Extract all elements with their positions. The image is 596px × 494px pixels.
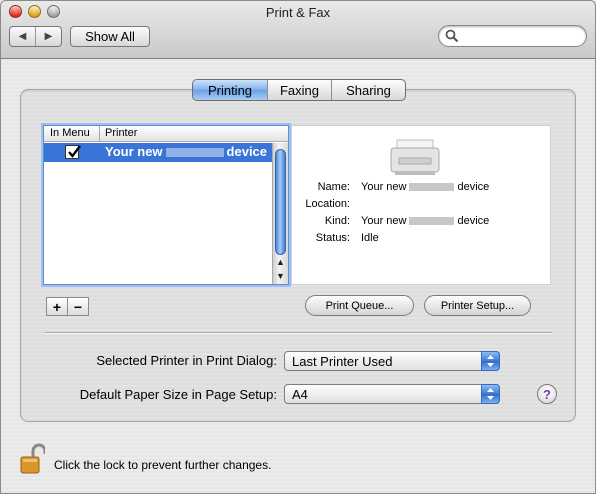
column-header-in-menu[interactable]: In Menu (50, 127, 90, 139)
column-header-printer[interactable]: Printer (105, 127, 137, 139)
window-title: Print & Fax (265, 5, 331, 20)
help-button[interactable]: ? (537, 384, 557, 404)
selected-printer-label: Selected Printer in Print Dialog: (96, 353, 277, 368)
printer-list[interactable]: In Menu Printer Your new device ▲ ▼ (43, 125, 289, 285)
list-header: In Menu Printer (44, 126, 288, 142)
kind-label: Kind: (324, 215, 350, 227)
print-fax-window: Print & Fax ◀ ▶ Show All Printing Faxing… (0, 0, 596, 494)
tab-faxing[interactable]: Faxing (267, 80, 331, 100)
add-printer-button[interactable]: + (46, 297, 68, 316)
status-value: Idle (361, 232, 379, 244)
search-icon (445, 29, 459, 43)
printer-row[interactable]: Your new device (44, 143, 273, 162)
printer-name: Your new device (105, 144, 268, 159)
kind-value: Your new device (361, 215, 490, 227)
popup-arrows-icon (481, 351, 500, 371)
checkmark-icon (68, 145, 81, 158)
printer-details: Name: Your new device Location: Kind: You… (291, 125, 551, 285)
remove-printer-button[interactable]: − (67, 297, 89, 316)
paper-size-label: Default Paper Size in Page Setup: (79, 387, 277, 402)
vertical-scrollbar[interactable]: ▲ ▼ (272, 143, 288, 284)
tab-printing[interactable]: Printing (193, 80, 267, 100)
paper-size-popup[interactable]: A4 (284, 384, 500, 404)
title-bar: Print & Fax ◀ ▶ Show All (1, 1, 595, 59)
popup-arrows-icon (481, 384, 500, 404)
divider (45, 332, 552, 334)
scroll-down-arrow-icon[interactable]: ▼ (276, 271, 285, 281)
print-queue-button[interactable]: Print Queue... (305, 295, 414, 316)
back-forward-control: ◀ ▶ (9, 26, 62, 47)
name-value: Your new device (361, 181, 490, 193)
scroll-up-arrow-icon[interactable]: ▲ (276, 257, 285, 267)
paper-size-value: A4 (292, 387, 308, 402)
redacted-block (165, 148, 224, 158)
printer-setup-button[interactable]: Printer Setup... (424, 295, 531, 316)
tab-sharing[interactable]: Sharing (331, 80, 405, 100)
show-all-button[interactable]: Show All (70, 26, 150, 47)
location-label: Location: (305, 198, 350, 210)
in-menu-checkbox[interactable] (65, 145, 81, 159)
name-label: Name: (317, 181, 350, 193)
search-field[interactable] (438, 25, 587, 47)
selected-printer-value: Last Printer Used (292, 354, 393, 369)
status-label: Status: (315, 232, 350, 244)
lock-icon[interactable] (19, 443, 45, 475)
back-arrow-icon[interactable]: ◀ (10, 27, 36, 46)
printer-icon (390, 139, 440, 175)
forward-arrow-icon[interactable]: ▶ (36, 27, 61, 46)
lock-message: Click the lock to prevent further change… (54, 458, 272, 472)
tab-bar: Printing Faxing Sharing (192, 79, 406, 101)
selected-printer-popup[interactable]: Last Printer Used (284, 351, 500, 371)
